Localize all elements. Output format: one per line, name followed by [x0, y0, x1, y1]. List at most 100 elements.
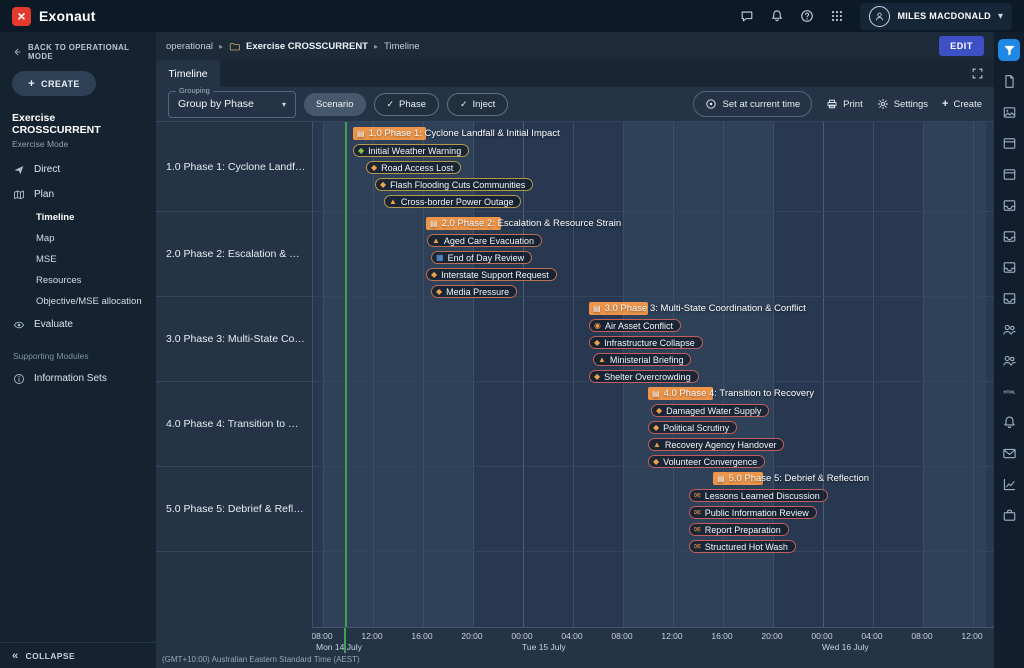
- app-header: × Exonaut MILES MACDONALD ▾: [0, 0, 1024, 32]
- phase-doc-icon: ▤: [357, 130, 365, 138]
- sidebar-create-button[interactable]: + CREATE: [12, 71, 96, 96]
- back-to-operational-mode[interactable]: BACK TO OPERATIONAL MODE: [0, 32, 156, 68]
- inject-chip[interactable]: ▲Cross-border Power Outage: [384, 195, 521, 208]
- inject-chip[interactable]: ◆Volunteer Convergence: [648, 455, 765, 468]
- create-label: Create: [953, 99, 982, 110]
- user-menu[interactable]: MILES MACDONALD ▾: [860, 3, 1012, 30]
- tray-icon[interactable]: [998, 287, 1020, 309]
- breadcrumb-exercise[interactable]: Exercise CROSSCURRENT: [246, 41, 368, 52]
- edit-button[interactable]: EDIT: [939, 36, 984, 56]
- breadcrumb-timeline[interactable]: Timeline: [384, 41, 420, 52]
- inject-chip[interactable]: ◆Damaged Water Supply: [651, 404, 769, 417]
- tray-icon[interactable]: [998, 225, 1020, 247]
- panel-icon[interactable]: [998, 132, 1020, 154]
- inject-chip[interactable]: ✉Report Preparation: [689, 523, 789, 536]
- sidebar-item-map[interactable]: Map: [0, 228, 156, 249]
- html-icon[interactable]: HTML: [998, 380, 1020, 402]
- phase-filter-chip[interactable]: ✓ Phase: [374, 93, 439, 116]
- chart-icon[interactable]: [998, 473, 1020, 495]
- svg-text:HTML: HTML: [1003, 389, 1015, 394]
- tick-label: 00:00: [811, 631, 832, 641]
- phase-bar-label: ▤4.0 Phase 4: Transition to Recovery: [652, 387, 814, 400]
- inject-chip[interactable]: ◆Shelter Overcrowding: [589, 370, 699, 383]
- phase-bar-label: ▤5.0 Phase 5: Debrief & Reflection: [717, 472, 869, 485]
- tick-label: 04:00: [861, 631, 882, 641]
- tray-icon[interactable]: [998, 256, 1020, 278]
- mail-icon[interactable]: [998, 442, 1020, 464]
- chat-icon[interactable]: [740, 9, 754, 23]
- inject-chip[interactable]: ◆Infrastructure Collapse: [589, 336, 703, 349]
- inject-chip[interactable]: ▲Recovery Agency Handover: [648, 438, 784, 451]
- brand[interactable]: × Exonaut: [12, 7, 96, 26]
- inject-chip[interactable]: ✉Lessons Learned Discussion: [689, 489, 828, 502]
- day-label: Mon 14 July: [316, 642, 362, 652]
- inject-chip[interactable]: ✉Structured Hot Wash: [689, 540, 796, 553]
- sidebar-item-timeline[interactable]: Timeline: [0, 207, 156, 228]
- envelope-icon: ✉: [694, 492, 701, 500]
- breadcrumb-separator-icon: ▸: [219, 42, 223, 51]
- inject-chip[interactable]: ◆Media Pressure: [431, 285, 517, 298]
- direct-icon: [13, 164, 25, 176]
- briefcase-icon[interactable]: [998, 504, 1020, 526]
- right-rail: HTML: [994, 32, 1024, 668]
- notifications-bell-icon[interactable]: [770, 9, 784, 23]
- breadcrumb-operational[interactable]: operational: [166, 41, 213, 52]
- inject-filter-chip[interactable]: ✓ Inject: [447, 93, 508, 116]
- main-area: operational ▸ Exercise CROSSCURRENT ▸ Ti…: [156, 32, 994, 668]
- inject-chip[interactable]: ◆Political Scrutiny: [648, 421, 737, 434]
- scenario-chip[interactable]: Scenario: [304, 93, 366, 116]
- inject-chip[interactable]: ▲Aged Care Evacuation: [427, 234, 542, 247]
- grouping-select[interactable]: Grouping Group by Phase ▾: [168, 91, 296, 118]
- image-panel-icon[interactable]: [998, 101, 1020, 123]
- inject-chip[interactable]: ▦End of Day Review: [431, 251, 532, 264]
- inject-chip[interactable]: ◉Air Asset Conflict: [589, 319, 681, 332]
- create-button[interactable]: + Create: [942, 98, 982, 110]
- inject-chip[interactable]: ◆Interstate Support Request: [426, 268, 557, 281]
- tick-label: 00:00: [511, 631, 532, 641]
- sidebar-item-evaluate[interactable]: Evaluate: [0, 312, 156, 337]
- inject-chip[interactable]: ◆Road Access Lost: [366, 161, 461, 174]
- sidebar-item-mse[interactable]: MSE: [0, 249, 156, 270]
- fullscreen-icon[interactable]: [971, 67, 984, 80]
- chevron-down-icon: ▾: [282, 100, 286, 109]
- sidebar-item-resources[interactable]: Resources: [0, 270, 156, 291]
- sidebar-item-objective-mse-allocation[interactable]: Objective/MSE allocation: [0, 291, 156, 312]
- inject-chip[interactable]: ▲Ministerial Briefing: [593, 353, 691, 366]
- print-button[interactable]: Print: [826, 98, 863, 110]
- tab-timeline[interactable]: Timeline: [156, 60, 220, 87]
- bell-icon[interactable]: [998, 411, 1020, 433]
- set-at-current-time-label: Set at current time: [723, 99, 801, 110]
- inject-chip[interactable]: ◆Initial Weather Warning: [353, 144, 469, 157]
- sidebar-item-information-sets[interactable]: Information Sets: [0, 366, 156, 391]
- filter-icon[interactable]: [998, 39, 1020, 61]
- group-separator: [313, 296, 994, 297]
- exercise-name: Exercise CROSSCURRENT: [0, 106, 156, 136]
- create-label: CREATE: [41, 79, 80, 89]
- sidebar-item-plan[interactable]: Plan: [0, 182, 156, 207]
- panel-icon[interactable]: [998, 163, 1020, 185]
- collapse-sidebar-button[interactable]: « COLLAPSE: [0, 642, 156, 668]
- plan-label: Plan: [34, 189, 54, 200]
- chevron-down-icon: ▾: [998, 11, 1003, 22]
- diamond-green-icon: ◆: [358, 147, 364, 155]
- document-icon[interactable]: [998, 70, 1020, 92]
- users-icon[interactable]: [998, 349, 1020, 371]
- tray-icon[interactable]: [998, 194, 1020, 216]
- inject-chip[interactable]: ✉Public Information Review: [689, 506, 817, 519]
- inject-chip[interactable]: ◆Flash Flooding Cuts Communities: [375, 178, 533, 191]
- help-icon[interactable]: [800, 9, 814, 23]
- warning-icon: ▲: [432, 237, 440, 245]
- sidebar-item-direct[interactable]: Direct: [0, 157, 156, 182]
- check-icon: ✓: [460, 99, 468, 110]
- supporting-modules-section-label: Supporting Modules: [0, 337, 156, 366]
- timeline-row-labels: 1.0 Phase 1: Cyclone Landfall & Initial …: [156, 122, 312, 627]
- settings-button[interactable]: Settings: [877, 98, 928, 110]
- row-label: 4.0 Phase 4: Transition to Recovery: [156, 382, 312, 467]
- tab-bar: Timeline: [156, 60, 994, 87]
- row-label: 3.0 Phase 3: Multi-State Coordination & …: [156, 297, 312, 382]
- grouping-label: Grouping: [176, 86, 213, 95]
- users-icon[interactable]: [998, 318, 1020, 340]
- exercise-mode: Exercise Mode: [0, 136, 156, 157]
- set-at-current-time-button[interactable]: Set at current time: [693, 91, 813, 117]
- apps-grid-icon[interactable]: [830, 9, 844, 23]
